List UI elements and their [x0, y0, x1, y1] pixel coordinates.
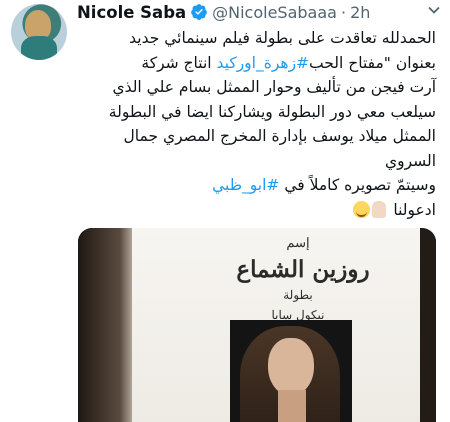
tweet-line-2-pre: بعنوان "مفتاح الحب [309, 53, 436, 72]
folded-hands-emoji-icon [372, 200, 387, 218]
smiling-face-emoji-icon [353, 200, 371, 218]
tweet-line-7: وسيتمّ تصويره كاملاً في #ابو_ظبي [64, 173, 436, 198]
actress-photo [230, 320, 352, 422]
media-shadow-right [420, 228, 436, 422]
avatar-dress [21, 36, 57, 60]
more-options-chevron-icon[interactable] [428, 6, 440, 14]
tweet-line-1: الحمدلله تعاقدت على بطولة فيلم سينمائي ج… [129, 29, 436, 47]
media-shadow-left [78, 228, 138, 422]
tweet-header: Nicole Saba @NicoleSabaaa · 2h [77, 0, 370, 24]
hashtag-abu-dhabi[interactable]: #ابو_ظبي [212, 176, 279, 194]
dot-separator: · [340, 2, 347, 22]
photo-neck [278, 390, 306, 422]
tweet-media-image[interactable]: إسم روزين الشماع بطولة نيكول سابا [78, 228, 436, 422]
photo-face [268, 338, 314, 396]
tweet-line-4: سيلعب معي دور البطولة ويشاركنا ايضا في ا… [108, 102, 436, 121]
tweet-timestamp[interactable]: 2h [350, 3, 370, 22]
poster-text-starring: بطولة [283, 288, 313, 302]
profile-avatar[interactable] [11, 4, 67, 60]
tweet-line-2: بعنوان "مفتاح الحب#زهرة_اوركيد انتاج شرك… [64, 51, 436, 76]
tweet-line-8: ادعولنا [64, 198, 436, 223]
user-handle[interactable]: @NicoleSabaaa [212, 3, 337, 22]
poster-text-name-label: إسم [286, 236, 310, 251]
tweet-line-3: آرت فيجن من تأليف وحوار الممثل بسام علي … [112, 78, 436, 96]
verified-badge-icon [191, 4, 208, 20]
poster-text-character: روزين الشماع [236, 256, 370, 283]
tweet-line-2-post: انتاج شركة [141, 53, 217, 72]
tweet-text: الحمدلله تعاقدت على بطولة فيلم سينمائي ج… [64, 26, 436, 222]
tweet-line-8-text: ادعولنا [393, 200, 436, 219]
tweet-line-6: السروي [384, 151, 436, 170]
tweet-line-7-pre: وسيتمّ تصويره كاملاً في [279, 176, 436, 194]
tweet-line-5: الممثل ميلاد يوسف بإدارة المخرج المصري ج… [123, 127, 436, 145]
hashtag-orchid[interactable]: #زهرة_اوركيد [217, 54, 310, 72]
display-name[interactable]: Nicole Saba [77, 3, 186, 22]
